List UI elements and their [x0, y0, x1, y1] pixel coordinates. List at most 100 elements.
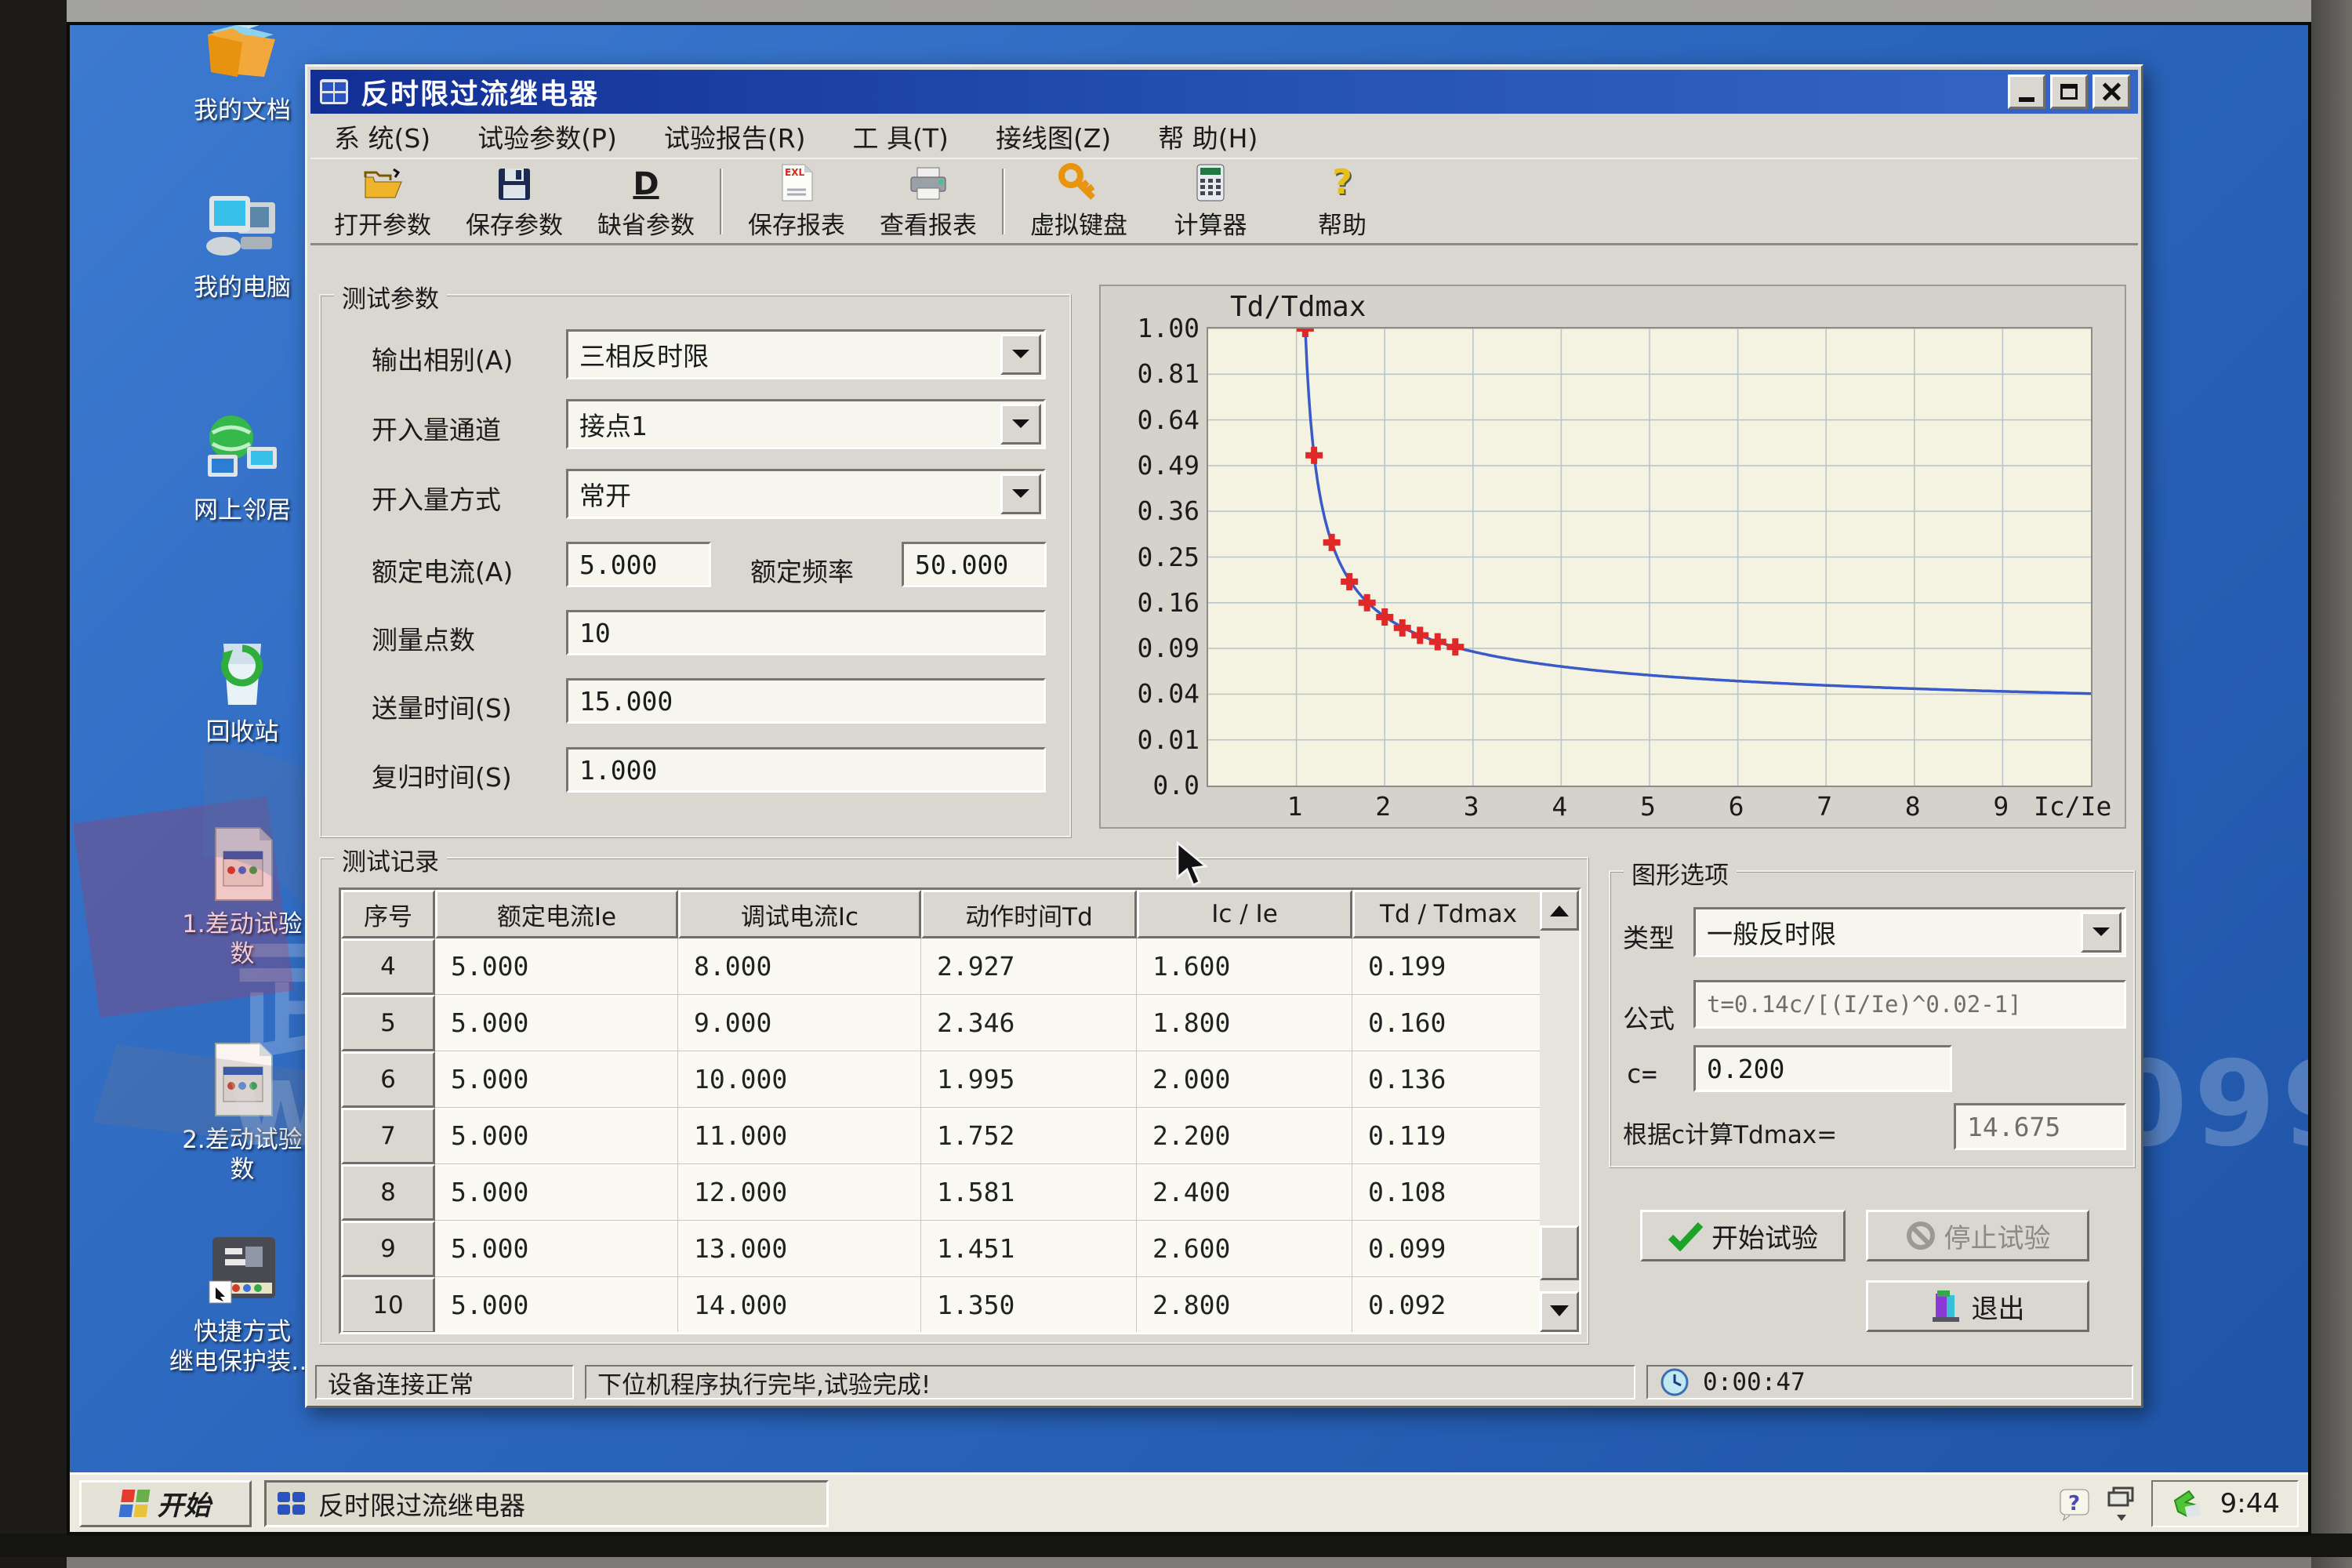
x-tick-label: 2 — [1375, 791, 1391, 822]
monitor-bezel-right — [2311, 0, 2352, 1568]
input-channel-select[interactable]: 接点1 — [566, 399, 1046, 449]
records-tbody: 45.0008.0002.9271.6000.19955.0009.0002.3… — [341, 938, 1579, 1334]
col-header-index[interactable]: 序号 — [341, 890, 435, 938]
scroll-down-button[interactable] — [1540, 1291, 1579, 1332]
col-header-ic-ie[interactable]: Ic / Ie — [1137, 890, 1352, 938]
y-tick-label: 0.16 — [1113, 587, 1200, 618]
y-tick-label: 0.01 — [1113, 724, 1200, 755]
tray-display-icon[interactable] — [2106, 1485, 2137, 1523]
chevron-down-icon[interactable] — [2081, 912, 2122, 953]
svg-text:?: ? — [2068, 1492, 2080, 1515]
inject-time-field[interactable]: 15.000 — [566, 678, 1046, 724]
table-scrollbar[interactable] — [1540, 890, 1579, 1332]
status-timer: 0:00:47 — [1646, 1365, 2133, 1399]
output-phase-select[interactable]: 三相反时限 — [566, 329, 1046, 379]
triangle-up-icon — [1550, 896, 1569, 916]
save-params-button[interactable]: 保存参数 — [448, 162, 580, 241]
data-cell: 1.800 — [1137, 995, 1352, 1051]
table-row[interactable]: 75.00011.0001.7522.2000.119 — [341, 1108, 1579, 1164]
view-report-button[interactable]: 查看报表 — [862, 162, 994, 241]
data-cell: 13.000 — [678, 1221, 921, 1277]
col-header-test-current[interactable]: 调试电流Ic — [678, 890, 921, 938]
x-tick-label: 9 — [1993, 791, 2009, 822]
calculator-button[interactable]: 计算器 — [1145, 162, 1276, 241]
default-params-icon: D — [633, 162, 659, 202]
scroll-up-button[interactable] — [1540, 890, 1579, 931]
menu-help[interactable]: 帮 助(H) — [1134, 114, 1281, 158]
table-header: 序号 额定电流Ie 调试电流Ic 动作时间Td Ic / Ie Td / Tdm… — [341, 890, 1579, 938]
start-button[interactable]: 开始 — [79, 1480, 252, 1527]
data-cell: 5.000 — [435, 1051, 678, 1108]
help-button[interactable]: ? 帮助 — [1276, 162, 1408, 241]
reset-time-field[interactable]: 1.000 — [566, 747, 1046, 793]
rated-freq-label: 额定频率 — [750, 551, 854, 589]
table-row[interactable]: 85.00012.0001.5812.4000.108 — [341, 1164, 1579, 1221]
x-tick-label: 6 — [1729, 791, 1744, 822]
default-params-button[interactable]: D 缺省参数 — [580, 162, 712, 241]
chevron-down-icon[interactable] — [1000, 334, 1041, 375]
tray-help-icon[interactable]: ? — [2057, 1486, 2092, 1521]
data-cell: 5.000 — [435, 995, 678, 1051]
title-bar[interactable]: 反时限过流继电器 — [310, 70, 2138, 114]
x-tick-label: 7 — [1817, 791, 1832, 822]
reset-time-label: 复归时间(S) — [372, 757, 512, 794]
data-cell: 1.451 — [921, 1221, 1137, 1277]
c-field[interactable]: 0.200 — [1693, 1045, 1952, 1092]
row-index-cell: 7 — [341, 1108, 435, 1164]
stop-test-button[interactable]: 停止试验 — [1866, 1210, 2089, 1261]
app-window: 反时限过流继电器 系 统(S) 试验参数(P) 试验报告(R) 工 具(T) 接… — [305, 64, 2143, 1408]
table-row[interactable]: 45.0008.0002.9271.6000.199 — [341, 938, 1579, 995]
y-tick-label: 1.00 — [1113, 313, 1200, 343]
menu-system[interactable]: 系 统(S) — [310, 114, 454, 158]
x-tick-label: 5 — [1640, 791, 1656, 822]
y-tick-label: 0.36 — [1113, 495, 1200, 526]
points-field[interactable]: 10 — [566, 610, 1046, 655]
table-row[interactable]: 105.00014.0001.3502.8000.092 — [341, 1277, 1579, 1334]
close-button[interactable] — [2092, 74, 2130, 109]
save-icon — [496, 162, 532, 202]
status-device: 设备连接正常 — [315, 1365, 574, 1399]
formula-field: t=0.14c/[(I/Ie)^0.02-1] — [1693, 980, 2126, 1029]
window-title: 反时限过流继电器 — [361, 71, 2003, 112]
chevron-down-icon[interactable] — [1000, 474, 1041, 514]
table-row[interactable]: 95.00013.0001.4512.6000.099 — [341, 1221, 1579, 1277]
row-index-cell: 5 — [341, 995, 435, 1051]
clock-icon — [1659, 1367, 1690, 1398]
taskbar-task-relay-app[interactable]: 反时限过流继电器 — [264, 1480, 829, 1527]
input-mode-select[interactable]: 常开 — [566, 469, 1046, 519]
x-tick-label: 1 — [1287, 791, 1303, 822]
tray-status-icon[interactable] — [2170, 1486, 2205, 1521]
open-params-button[interactable]: 打开参数 — [317, 162, 448, 241]
calculator-icon — [1196, 162, 1225, 202]
menu-tools[interactable]: 工 具(T) — [829, 114, 972, 158]
save-report-button[interactable]: EXL 保存报表 — [731, 162, 862, 241]
scrollbar-thumb[interactable] — [1540, 1225, 1579, 1280]
start-test-button[interactable]: 开始试验 — [1640, 1210, 1846, 1261]
chart-x-axis-label: Ic/Ie — [2034, 791, 2111, 822]
data-cell: 2.800 — [1137, 1277, 1352, 1334]
menu-wiring-diagram[interactable]: 接线图(Z) — [972, 114, 1134, 158]
maximize-button[interactable] — [2050, 74, 2088, 109]
rated-freq-field[interactable]: 50.000 — [902, 542, 1047, 587]
key-icon — [1058, 162, 1099, 202]
data-cell: 0.092 — [1352, 1277, 1544, 1334]
col-header-action-time[interactable]: 动作时间Td — [921, 890, 1137, 938]
exit-button[interactable]: 退出 — [1866, 1280, 2089, 1332]
menu-test-params[interactable]: 试验参数(P) — [454, 114, 641, 158]
points-label: 测量点数 — [372, 619, 475, 657]
table-row[interactable]: 55.0009.0002.3461.8000.160 — [341, 995, 1579, 1051]
test-params-legend: 测试参数 — [334, 279, 447, 314]
system-tray: ? 9:44 — [2057, 1480, 2299, 1527]
col-header-td-tdmax[interactable]: Td / Tdmax — [1352, 890, 1544, 938]
rated-current-field[interactable]: 5.000 — [566, 542, 711, 587]
virtual-keyboard-button[interactable]: 虚拟键盘 — [1013, 162, 1145, 241]
table-row[interactable]: 65.00010.0001.9952.0000.136 — [341, 1051, 1579, 1108]
input-mode-label: 开入量方式 — [372, 479, 501, 517]
my-documents-icon — [201, 22, 283, 89]
menu-test-report[interactable]: 试验报告(R) — [641, 114, 829, 158]
curve-type-label: 类型 — [1623, 917, 1675, 955]
curve-type-select[interactable]: 一般反时限 — [1693, 907, 2126, 957]
chevron-down-icon[interactable] — [1000, 404, 1041, 445]
col-header-rated-current[interactable]: 额定电流Ie — [435, 890, 678, 938]
minimize-button[interactable] — [2008, 74, 2045, 109]
